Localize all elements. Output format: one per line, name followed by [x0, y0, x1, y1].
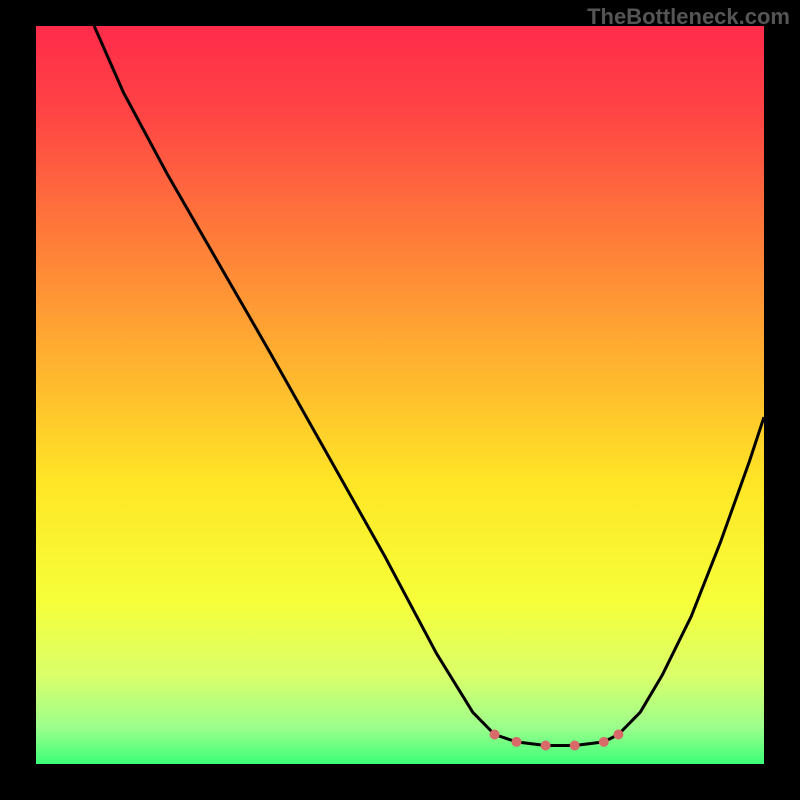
gradient-background: [36, 26, 764, 764]
chart-svg: [36, 26, 764, 764]
curve-marker: [541, 741, 551, 751]
plot-area: [36, 26, 764, 764]
curve-marker: [613, 730, 623, 740]
curve-marker: [490, 730, 500, 740]
curve-marker: [599, 737, 609, 747]
chart-container: TheBottleneck.com: [0, 0, 800, 800]
curve-marker: [512, 737, 522, 747]
curve-marker: [570, 741, 580, 751]
watermark-text: TheBottleneck.com: [587, 4, 790, 30]
